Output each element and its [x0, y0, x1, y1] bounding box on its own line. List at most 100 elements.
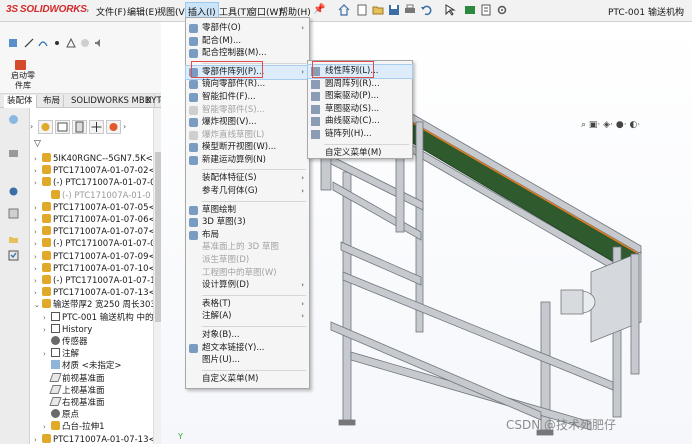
- tree-item[interactable]: › PTC-001 输送机构 中的: [43, 311, 153, 324]
- tree-filter[interactable]: ▽: [34, 139, 41, 149]
- expand-toggle-icon[interactable]: ›: [34, 202, 42, 214]
- point-icon[interactable]: [52, 38, 62, 48]
- menu-item[interactable]: 草图驱动(S)...: [308, 103, 412, 116]
- menu-edit[interactable]: 编辑(E): [127, 5, 158, 18]
- menu-item[interactable]: 配合控制器(M)...: [186, 47, 309, 60]
- menu-item[interactable]: 图案驱动(P)...: [308, 90, 412, 103]
- expand-toggle-icon[interactable]: ›: [43, 312, 51, 324]
- expand-toggle-icon[interactable]: ›: [43, 324, 51, 336]
- options-gear-icon[interactable]: [496, 4, 508, 16]
- sketch-tool-icon[interactable]: [66, 38, 76, 48]
- tab-assembly[interactable]: 装配体: [4, 95, 37, 108]
- tree-item[interactable]: 上视基准面: [43, 384, 105, 397]
- expand-toggle-icon[interactable]: ›: [34, 434, 42, 444]
- tree-item[interactable]: › 5IK40RGNC--5GN7.5K<1: [34, 153, 153, 165]
- expand-toggle-icon[interactable]: ›: [43, 421, 51, 433]
- tree-scrollbar[interactable]: [153, 108, 161, 444]
- menu-item[interactable]: 装配体特征(S) ›: [186, 172, 309, 185]
- line-icon[interactable]: [24, 38, 34, 48]
- expand-toggle-icon[interactable]: ›: [34, 287, 42, 299]
- more-tabs-chevron-icon[interactable]: ›: [123, 120, 138, 134]
- expand-toggle-icon[interactable]: ›: [34, 275, 42, 287]
- menu-item[interactable]: 设计算例(D) ›: [186, 279, 309, 292]
- menu-item[interactable]: 布局: [186, 229, 309, 242]
- menu-item[interactable]: 新建运动算例(N): [186, 154, 309, 167]
- expand-toggle-icon[interactable]: ⌄: [34, 299, 42, 311]
- menu-item[interactable]: 图片(U)...: [186, 354, 309, 367]
- menu-item[interactable]: 自定义菜单(M): [308, 147, 412, 160]
- expand-toggle-icon[interactable]: ›: [34, 153, 42, 165]
- save-icon[interactable]: [388, 4, 400, 16]
- rebuild-icon[interactable]: [464, 4, 476, 16]
- appearance-icon[interactable]: [8, 186, 19, 197]
- dimxpert-tab-icon[interactable]: [89, 120, 104, 134]
- menu-file[interactable]: 文件(F): [96, 5, 126, 18]
- tree-item[interactable]: › PTC171007A-01-07-06<: [34, 214, 153, 226]
- new-file-icon[interactable]: [356, 4, 368, 16]
- tree-item[interactable]: › PTC171007A-01-07-13<: [34, 433, 153, 444]
- auto-part-library-icon[interactable]: [15, 60, 26, 70]
- tree-item[interactable]: › PTC171007A-01-07-07<: [34, 226, 153, 238]
- tree-item[interactable]: › History: [43, 323, 92, 336]
- feature-manager-tab-icon[interactable]: [38, 120, 53, 134]
- tree-item[interactable]: › (-) PTC171007A-01-07-0: [34, 238, 153, 250]
- menu-view[interactable]: 视图(V): [157, 5, 188, 18]
- expand-toggle-icon[interactable]: ›: [34, 238, 42, 250]
- filter-icon[interactable]: ▽: [34, 139, 41, 149]
- tree-item[interactable]: › (-) PTC171007A-01-07-11: [34, 275, 153, 287]
- audio-icon[interactable]: [94, 38, 104, 48]
- expand-toggle-icon[interactable]: ›: [34, 214, 42, 226]
- components-icon[interactable]: [8, 148, 19, 159]
- tree-item[interactable]: › PTC171007A-01-07-09<: [34, 250, 153, 263]
- menu-item[interactable]: 对象(B)...: [186, 329, 309, 342]
- menu-item[interactable]: 注解(A) ›: [186, 310, 309, 323]
- menu-item[interactable]: 配合(M)...: [186, 35, 309, 48]
- menu-item[interactable]: 零部件(O) ›: [186, 22, 309, 35]
- menu-item[interactable]: 镜向零部件(R)...: [186, 78, 309, 91]
- logo-chevron-icon[interactable]: ›: [86, 6, 89, 15]
- expand-toggle-icon[interactable]: ›: [34, 165, 42, 177]
- menu-item[interactable]: 草图绘制: [186, 204, 309, 217]
- menu-item[interactable]: 表格(T) ›: [186, 298, 309, 311]
- file-properties-icon[interactable]: [480, 4, 492, 16]
- tree-item[interactable]: ⌄ 输送带厚2 宽250 周长3030: [34, 299, 153, 311]
- document-title-chevron-icon[interactable]: ›: [681, 6, 684, 15]
- custom-properties-icon[interactable]: [8, 250, 19, 261]
- display-manager-tab-icon[interactable]: [106, 120, 121, 134]
- menu-item[interactable]: 爆炸视图(V)...: [186, 116, 309, 129]
- display-icon[interactable]: [80, 38, 90, 48]
- menu-item[interactable]: 链阵列(H)...: [308, 128, 412, 141]
- open-folder-icon[interactable]: [372, 4, 384, 16]
- expand-toggle-icon[interactable]: ›: [34, 177, 42, 189]
- select-arrow-icon[interactable]: [444, 4, 456, 16]
- view-orientation-icon[interactable]: [8, 114, 19, 125]
- tree-item[interactable]: › PTC171007A-01-07-13<: [34, 287, 153, 299]
- tree-item[interactable]: 右视基准面: [43, 397, 105, 409]
- print-icon[interactable]: [404, 4, 416, 16]
- tree-item[interactable]: 前视基准面: [43, 372, 105, 385]
- tree-item[interactable]: › 凸台-拉伸1: [43, 421, 104, 433]
- tree-item[interactable]: 材质 <未指定>: [43, 360, 121, 372]
- pin-icon[interactable]: 📌: [313, 4, 325, 15]
- tree-item[interactable]: 传感器: [43, 336, 88, 348]
- tree-item[interactable]: › 注解: [43, 348, 79, 360]
- expand-toggle-icon[interactable]: ›: [34, 251, 42, 263]
- configuration-manager-tab-icon[interactable]: [72, 120, 87, 134]
- expand-toggle-icon[interactable]: ›: [43, 348, 51, 360]
- menu-item[interactable]: 参考几何体(G) ›: [186, 185, 309, 198]
- undo-icon[interactable]: [420, 4, 432, 16]
- tree-item[interactable]: › PTC171007A-01-07-05<: [34, 201, 153, 214]
- menu-item[interactable]: 超文本链接(Y)...: [186, 342, 309, 355]
- menu-item[interactable]: 模型断开视图(W)...: [186, 141, 309, 154]
- menu-item[interactable]: 曲线驱动(C)...: [308, 115, 412, 128]
- auto-part-library-label[interactable]: 启动零件库: [8, 71, 38, 91]
- edit-component-icon[interactable]: [8, 38, 18, 48]
- menu-item[interactable]: 圆周阵列(R)...: [308, 78, 412, 91]
- home-icon[interactable]: [338, 4, 350, 16]
- tree-item[interactable]: 原点: [43, 409, 79, 421]
- menu-item[interactable]: 3D 草图(3): [186, 216, 309, 229]
- menu-item[interactable]: 自定义菜单(M): [186, 373, 309, 386]
- solidworks-logo[interactable]: 3S SOLIDWORKS: [6, 4, 87, 18]
- property-manager-tab-icon[interactable]: [55, 120, 70, 134]
- expand-toggle-icon[interactable]: ›: [34, 263, 42, 275]
